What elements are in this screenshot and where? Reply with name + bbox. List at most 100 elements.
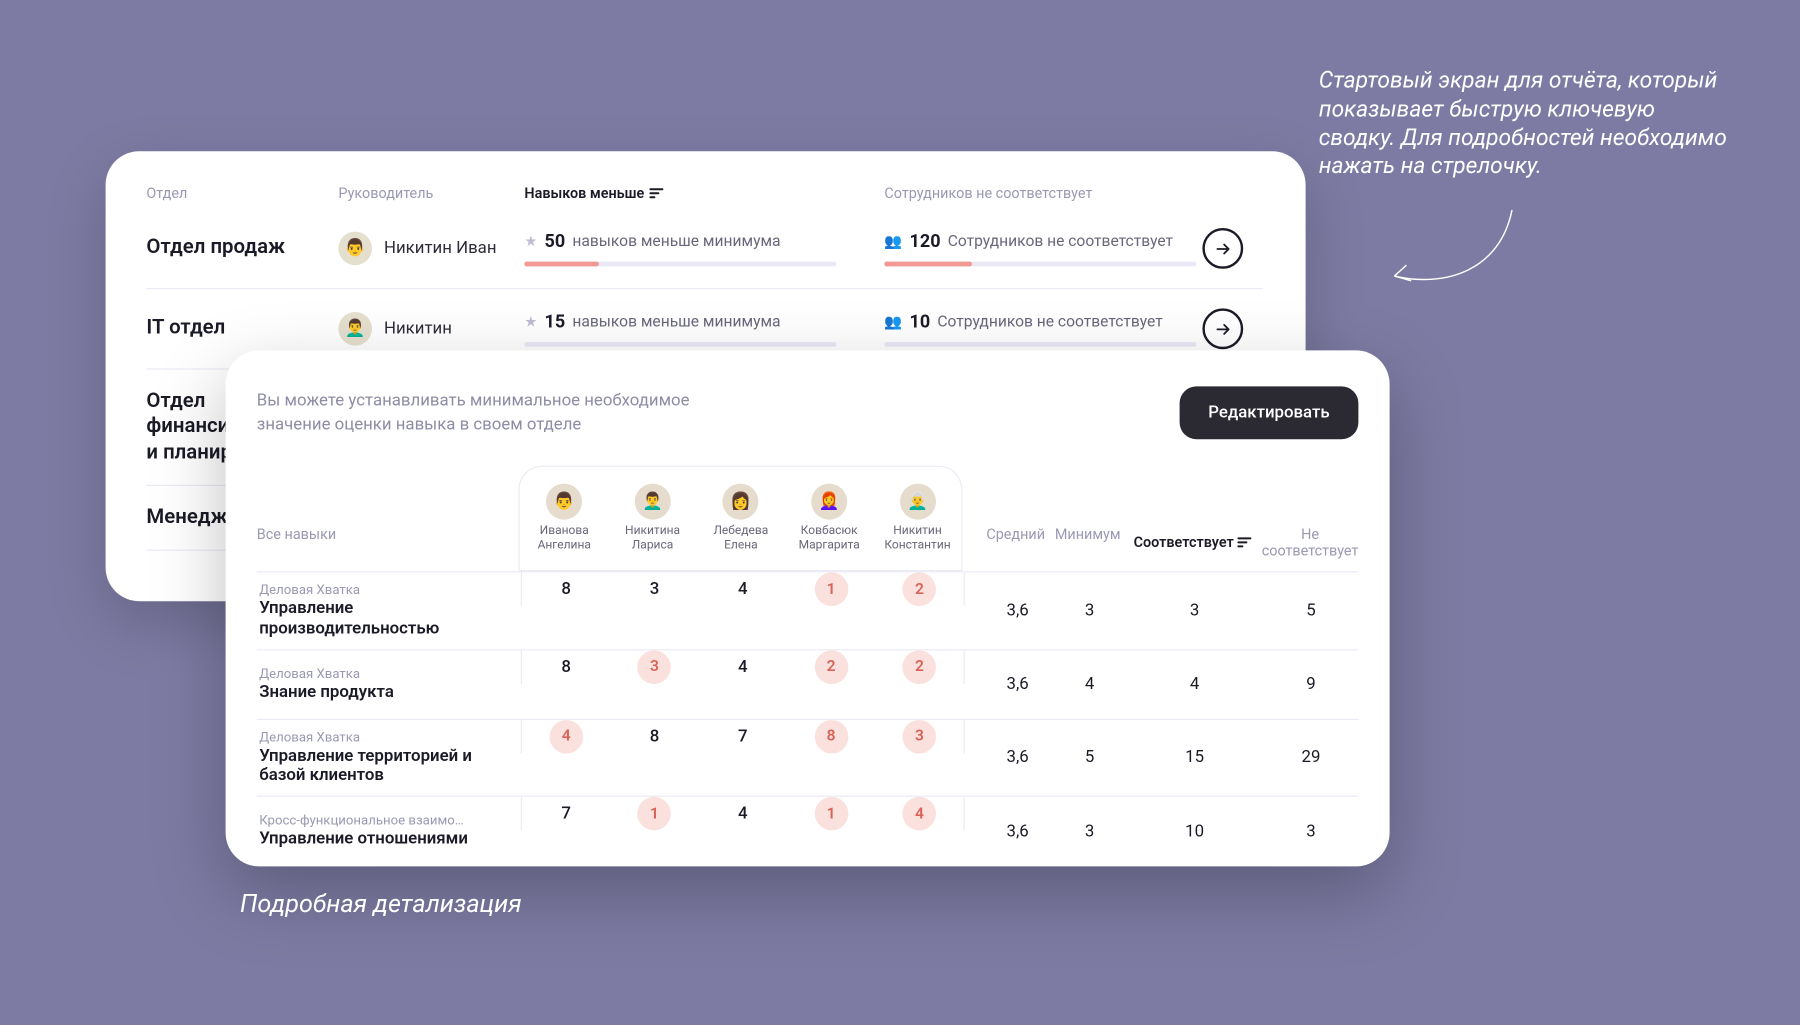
- header-manager: Руководитель: [338, 185, 524, 202]
- skills-bar: [524, 342, 836, 347]
- score-cell: 1: [610, 797, 698, 831]
- sort-icon: [1237, 536, 1251, 548]
- low-score-badge: 1: [814, 797, 848, 831]
- skills-bar: [524, 262, 836, 267]
- low-score-badge: 4: [903, 797, 937, 831]
- employees-count: 10: [910, 311, 931, 333]
- nomatch-value: 3: [1264, 822, 1359, 841]
- person-name: ИвановаАнгелина: [538, 524, 591, 552]
- skill-row: Деловая Хватка Знание продукта 83422 3,6…: [257, 649, 1359, 719]
- low-score-badge: 2: [903, 650, 937, 684]
- min-value: 4: [1054, 675, 1126, 694]
- skill-name: Управление производительностью: [259, 599, 511, 639]
- score-cell: 4: [699, 657, 787, 676]
- person-header[interactable]: 👨‍🦳 НикитинКонстантин: [873, 484, 961, 552]
- score-cell: 3: [610, 650, 698, 684]
- score-cell: 2: [875, 650, 963, 684]
- employees-count: 120: [910, 230, 941, 252]
- skills-label: навыков меньше минимума: [572, 313, 780, 331]
- person-header[interactable]: 👩 ЛебедеваЕлена: [697, 484, 785, 552]
- avatar: 👩: [723, 484, 759, 520]
- manager-name: Никитин Иван: [384, 239, 497, 258]
- score-cell: 8: [522, 657, 610, 676]
- person-name: ЛебедеваЕлена: [713, 524, 768, 552]
- low-score-badge: 3: [638, 650, 672, 684]
- employees-bar: [884, 262, 1196, 267]
- min-value: 3: [1054, 822, 1126, 841]
- person-header[interactable]: 👨‍🦱 НикитинаЛариса: [608, 484, 696, 552]
- employees-metric: 👥 10 Сотрудников не соответствует: [884, 311, 1202, 347]
- people-icon: 👥: [884, 233, 902, 250]
- avg-value: 3,6: [982, 748, 1054, 767]
- skills-label: навыков меньше минимума: [572, 232, 780, 250]
- skill-name: Управление отношениями: [259, 830, 511, 850]
- score-cell: 7: [522, 804, 610, 823]
- skill-category: Деловая Хватка: [259, 729, 511, 745]
- manager-cell: 👨Никитин Иван: [338, 232, 524, 266]
- person-name: НикитинаЛариса: [625, 524, 680, 552]
- header-match-label: Соответствует: [1134, 534, 1234, 551]
- score-cell: 4: [699, 804, 787, 823]
- score-cell: 4: [875, 797, 963, 831]
- skill-category: Деловая Хватка: [259, 582, 511, 598]
- summary-row: Отдел продаж 👨Никитин Иван ★ 50 навыков …: [146, 209, 1262, 289]
- star-icon: ★: [524, 313, 537, 330]
- skills-metric: ★ 15 навыков меньше минимума: [524, 311, 884, 347]
- score-cell: 4: [522, 720, 610, 754]
- nomatch-value: 9: [1264, 675, 1359, 694]
- people-icon: 👥: [884, 313, 902, 330]
- avg-value: 3,6: [982, 601, 1054, 620]
- avatar: 👩‍🦰: [811, 484, 847, 520]
- avatar: 👨‍🦱: [338, 312, 372, 346]
- score-cell: 2: [787, 650, 875, 684]
- person-header[interactable]: 👩‍🦰 КовбасюкМаргарита: [785, 484, 873, 552]
- score-cell: 7: [699, 727, 787, 746]
- score-cell: 3: [875, 720, 963, 754]
- low-score-badge: 1: [638, 797, 672, 831]
- skill-category: Деловая Хватка: [259, 666, 511, 682]
- expand-button[interactable]: [1202, 308, 1243, 349]
- employees-metric: 👥 120 Сотрудников не соответствует: [884, 230, 1202, 266]
- star-icon: ★: [524, 233, 537, 250]
- skills-count: 15: [545, 311, 566, 333]
- score-cell: 4: [699, 580, 787, 599]
- avatar: 👨‍🦱: [635, 484, 671, 520]
- score-cell: 8: [787, 720, 875, 754]
- avatar: 👨‍🦳: [900, 484, 936, 520]
- dept-name: Отдел продаж: [146, 236, 338, 262]
- header-min: Минимум: [1052, 526, 1124, 560]
- nomatch-value: 29: [1264, 748, 1359, 767]
- detail-card: Вы можете устанавливать минимальное необ…: [226, 350, 1390, 866]
- manager-name: Никитин: [384, 319, 452, 338]
- avg-value: 3,6: [982, 675, 1054, 694]
- low-score-badge: 2: [903, 572, 937, 606]
- min-value: 5: [1054, 748, 1126, 767]
- match-value: 3: [1126, 601, 1264, 620]
- score-cell: 1: [787, 797, 875, 831]
- employees-label: Сотрудников не соответствует: [937, 313, 1162, 331]
- score-cell: 2: [875, 572, 963, 606]
- annotation-bottom: Подробная детализация: [240, 890, 522, 919]
- summary-headers: Отдел Руководитель Навыков меньше Сотруд…: [146, 185, 1262, 209]
- match-value: 15: [1126, 748, 1264, 767]
- person-header[interactable]: 👨 ИвановаАнгелина: [520, 484, 608, 552]
- annotation-top: Стартовый экран для отчёта, который пока…: [1319, 66, 1733, 180]
- score-cell: 3: [610, 580, 698, 599]
- annotation-arrow-icon: [1380, 204, 1524, 312]
- edit-button[interactable]: Редактировать: [1179, 386, 1358, 439]
- header-skills[interactable]: Навыков меньше: [524, 185, 884, 202]
- skills-metric: ★ 50 навыков меньше минимума: [524, 230, 884, 266]
- low-score-badge: 8: [814, 720, 848, 754]
- score-cell: 8: [522, 580, 610, 599]
- people-box: 👨 ИвановаАнгелина👨‍🦱 НикитинаЛариса👩 Леб…: [519, 466, 963, 572]
- employees-label: Сотрудников не соответствует: [948, 232, 1173, 250]
- skill-row: Деловая Хватка Управление производительн…: [257, 571, 1359, 649]
- expand-button[interactable]: [1202, 228, 1243, 269]
- sort-icon: [649, 187, 663, 199]
- header-match[interactable]: Соответствует: [1124, 526, 1262, 560]
- low-score-badge: 1: [814, 572, 848, 606]
- match-value: 10: [1126, 822, 1264, 841]
- skill-name: Управление территорией и базой клиентов: [259, 746, 511, 786]
- skill-row: Деловая Хватка Управление территорией и …: [257, 718, 1359, 796]
- avg-value: 3,6: [982, 822, 1054, 841]
